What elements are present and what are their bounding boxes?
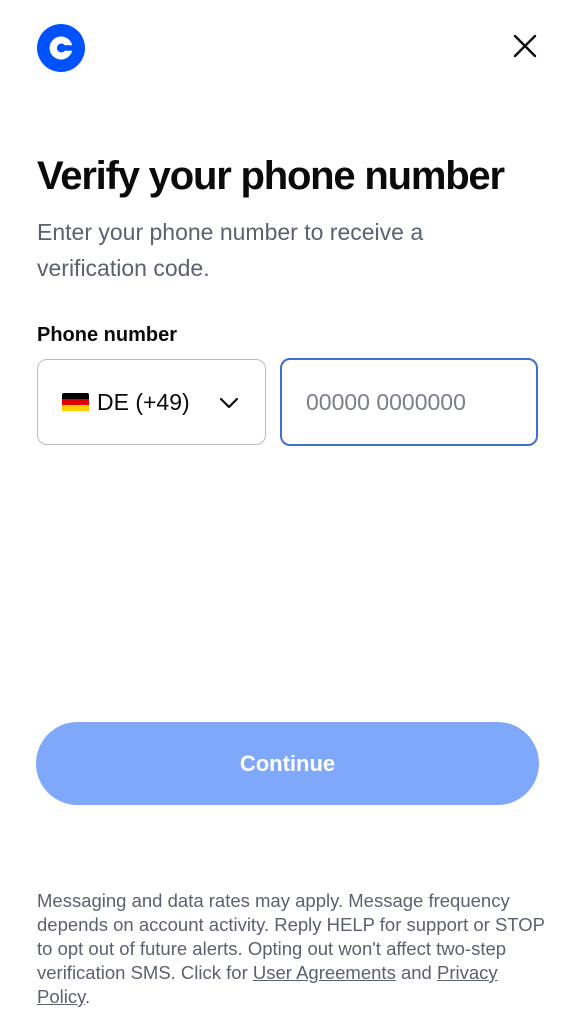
country-code-value: DE (+49) <box>97 388 190 415</box>
coinbase-logo-icon <box>37 24 85 72</box>
country-code-select[interactable]: DE (+49) <box>37 359 266 445</box>
phone-number-input[interactable] <box>282 360 536 444</box>
user-agreements-link[interactable]: User Agreements <box>253 962 396 983</box>
germany-flag-icon <box>62 392 89 412</box>
close-icon <box>513 34 537 58</box>
phone-number-field <box>280 358 538 446</box>
page-title: Verify your phone number <box>37 154 505 198</box>
page-subtitle: Enter your phone number to receive a ver… <box>37 219 424 281</box>
phone-number-label: Phone number <box>37 324 178 346</box>
continue-button[interactable]: Continue <box>36 722 539 805</box>
close-button[interactable] <box>505 26 545 66</box>
sms-disclaimer: Messaging and data rates may apply. Mess… <box>37 889 547 1009</box>
disclaimer-conjunction: and <box>395 962 437 983</box>
verify-phone-screen: Verify your phone number Enter your phon… <box>0 0 574 1020</box>
chevron-down-icon <box>219 397 239 409</box>
disclaimer-end: . <box>84 986 91 1007</box>
